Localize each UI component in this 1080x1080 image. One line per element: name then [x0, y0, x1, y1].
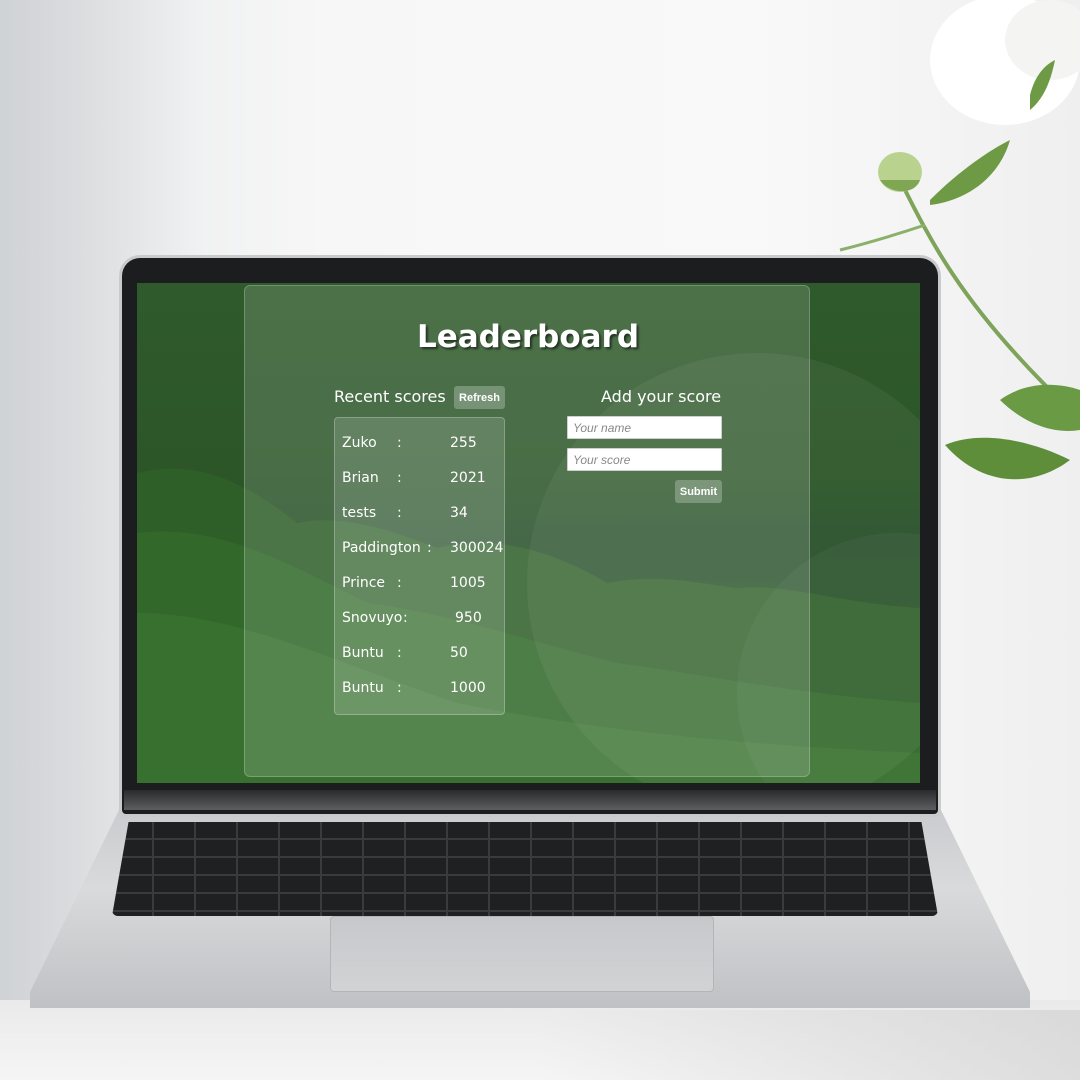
player-score: 2021 [450, 470, 486, 486]
score-input[interactable] [567, 448, 722, 471]
player-score: 34 [450, 505, 468, 521]
list-item: Brian : 2021 [342, 470, 507, 490]
separator: : [397, 680, 402, 696]
player-score: 1000 [450, 680, 486, 696]
separator: : [427, 540, 432, 556]
player-name: tests [342, 505, 377, 521]
list-item: Zuko : 255 [342, 435, 507, 455]
player-name: Zuko [342, 435, 377, 451]
table-shadow [540, 1010, 1080, 1080]
player-name: Paddington [342, 540, 421, 556]
player-name: Brian [342, 470, 379, 486]
player-score: 255 [450, 435, 477, 451]
list-item: Buntu : 50 [342, 645, 507, 665]
player-score: 300024 [450, 540, 504, 556]
scores-list: Zuko : 255 Brian : 2021 tests : 34 Paddi… [334, 417, 505, 715]
page-title: Leaderboard [416, 319, 640, 355]
player-score: 50 [450, 645, 468, 661]
separator: : [397, 575, 402, 591]
refresh-button[interactable]: Refresh [454, 386, 505, 409]
leaderboard-panel: Leaderboard Recent scores Refresh Zuko :… [244, 285, 810, 777]
recent-scores-heading: Recent scores [334, 387, 446, 406]
add-score-heading: Add your score [601, 387, 722, 406]
player-score: 1005 [450, 575, 486, 591]
laptop-trackpad [330, 916, 714, 992]
list-item: Buntu : 1000 [342, 680, 507, 700]
player-name: Prince [342, 575, 386, 591]
separator: : [397, 505, 402, 521]
list-item: Snovuyo : 950 [342, 610, 507, 630]
list-item: tests : 34 [342, 505, 507, 525]
photo-scene: Leaderboard Recent scores Refresh Zuko :… [0, 0, 1080, 1080]
player-name: Buntu [342, 645, 384, 661]
submit-button[interactable]: Submit [675, 480, 722, 503]
laptop-hinge [124, 790, 936, 810]
separator: : [403, 610, 408, 626]
separator: : [397, 435, 402, 451]
player-name: Snovuyo [342, 610, 403, 626]
separator: : [397, 470, 402, 486]
player-name: Buntu [342, 680, 384, 696]
separator: : [397, 645, 402, 661]
player-score: 950 [455, 610, 482, 626]
list-item: Paddington : 300024 [342, 540, 507, 560]
laptop-keyboard [112, 822, 938, 916]
list-item: Prince : 1005 [342, 575, 507, 595]
name-input[interactable] [567, 416, 722, 439]
laptop-screen: Leaderboard Recent scores Refresh Zuko :… [137, 283, 920, 783]
